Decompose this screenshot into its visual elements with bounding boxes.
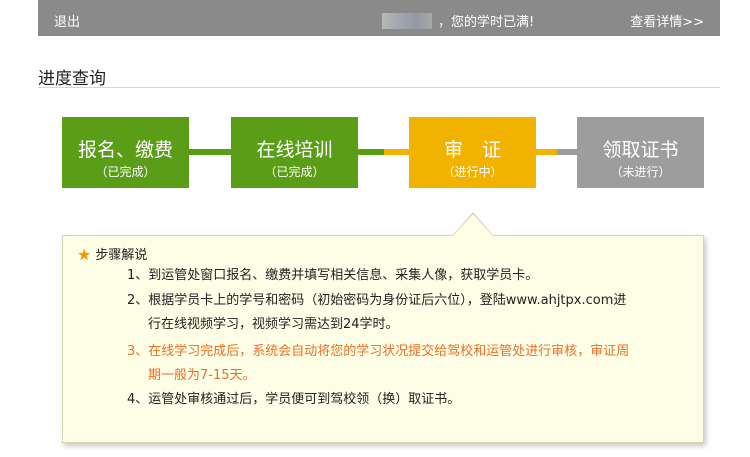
panel-pointer: [453, 214, 493, 236]
step-explanation-1: 1、到运管处窗口报名、缴费并填写相关信息、采集人像，获取学员卡。: [127, 264, 538, 288]
step-name: 在线培训: [256, 139, 333, 161]
step-status: （已完成）: [264, 165, 325, 179]
step-name: 领取证书: [602, 139, 679, 161]
redacted-username: [382, 13, 432, 29]
logout-link[interactable]: 退出: [54, 11, 80, 30]
explanation-line: 3、在线学习完成后，系统会自动将您的学习状况提交给驾校和运管处进行审核，审证周: [127, 344, 630, 359]
step-explanation-2: 2、根据学员卡上的学号和密码（初始密码为身份证后六位），登陆www.ahjtpx…: [127, 289, 626, 337]
panel-heading: ★ 步骤解说: [77, 244, 147, 264]
title-divider: [38, 87, 720, 88]
panel-heading-text: 步骤解说: [95, 248, 148, 263]
connector-3-active: [536, 149, 557, 155]
top-bar: 退出 ，您的学时已满! 查看详情>>: [38, 0, 720, 36]
connector-2-active: [384, 149, 409, 155]
notice-text: ，您的学时已满!: [438, 15, 535, 30]
explanation-panel: ★ 步骤解说 1、到运管处窗口报名、缴费并填写相关信息、采集人像，获取学员卡。 2…: [62, 235, 704, 443]
step-status: （进行中）: [442, 165, 503, 179]
view-details-link[interactable]: 查看详情>>: [630, 11, 704, 30]
step-name: 审 证: [443, 139, 501, 161]
step-online-training: 在线培训 （已完成）: [231, 117, 358, 188]
step-explanation-3-highlighted: 3、在线学习完成后，系统会自动将您的学习状况提交给驾校和运管处进行审核，审证周 …: [127, 340, 629, 388]
connector-1: [189, 149, 231, 155]
step-collect-certificate: 领取证书 （未进行）: [577, 117, 704, 188]
star-icon: ★: [77, 245, 92, 264]
page-title: 进度查询: [38, 69, 106, 89]
notice-message: ，您的学时已满!: [382, 11, 534, 30]
step-status: （未进行）: [610, 165, 671, 179]
connector-2-done: [358, 149, 384, 155]
explanation-line: 2、根据学员卡上的学号和密码（初始密码为身份证后六位），登陆www.ahjtpx…: [127, 293, 627, 308]
step-status: （已完成）: [95, 165, 156, 179]
connector-3-pending: [557, 149, 577, 155]
step-explanation-4: 4、运管处审核通过后，学员便可到驾校领（换）取证书。: [127, 388, 460, 412]
explanation-line: 4、运管处审核通过后，学员便可到驾校领（换）取证书。: [127, 392, 461, 407]
step-registration: 报名、缴费 （已完成）: [62, 117, 189, 188]
explanation-line-cont: 期一般为7-15天。: [148, 368, 256, 383]
step-name: 报名、缴费: [77, 139, 173, 161]
explanation-line-cont: 行在线视频学习，视频学习需达到24学时。: [148, 317, 399, 332]
explanation-line: 1、到运管处窗口报名、缴费并填写相关信息、采集人像，获取学员卡。: [127, 268, 539, 283]
step-certification-review: 审 证 （进行中）: [409, 117, 536, 188]
